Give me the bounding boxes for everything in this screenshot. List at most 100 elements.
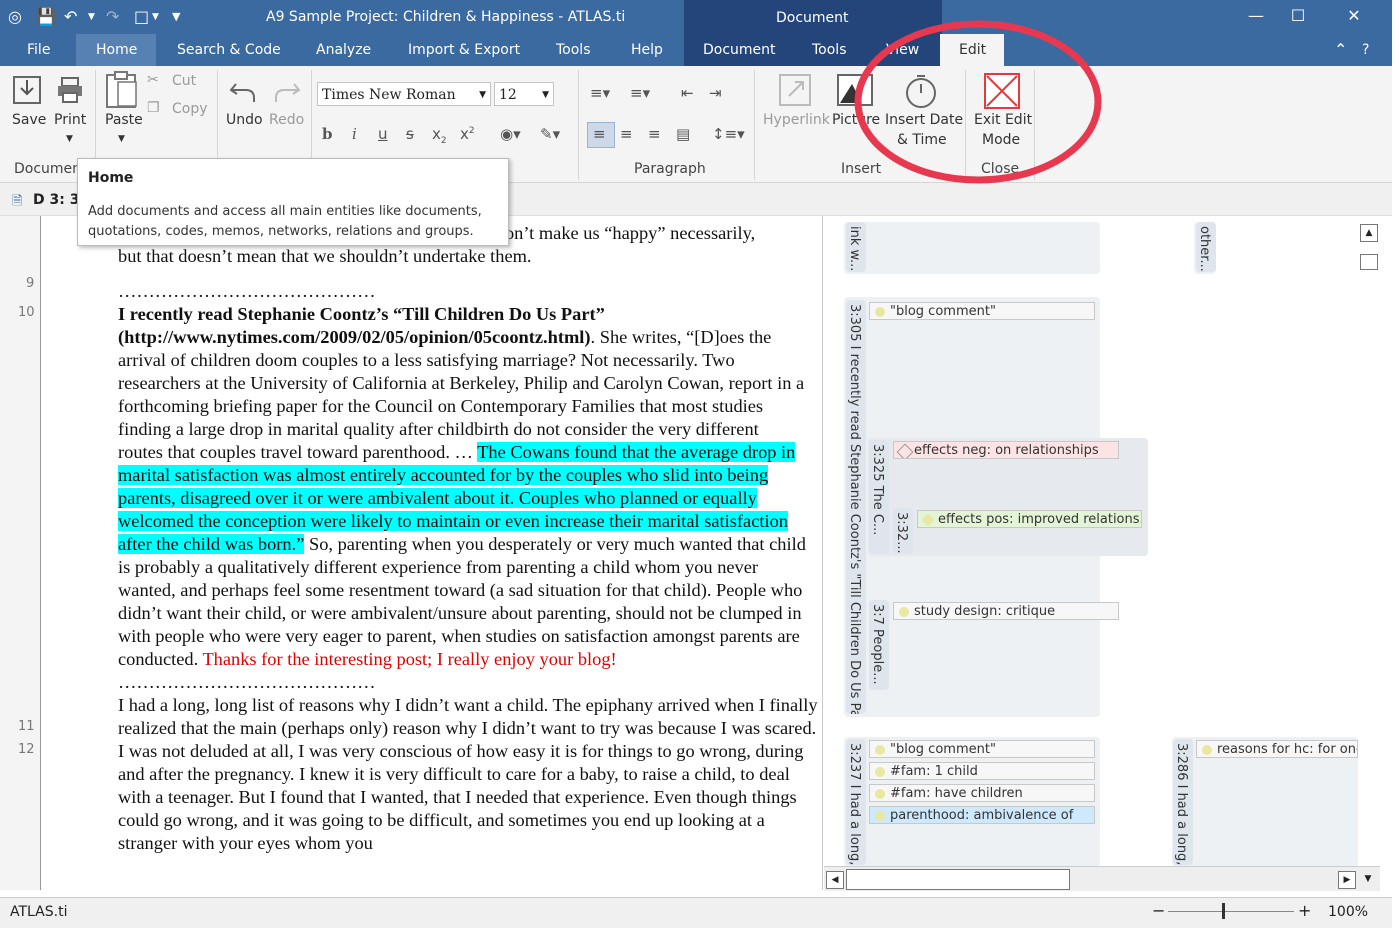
- zoom-in-icon[interactable]: +: [1298, 901, 1311, 920]
- scroll-right-icon[interactable]: ▶: [1338, 871, 1356, 889]
- undo-button[interactable]: Undo: [226, 112, 263, 128]
- paragraph-12: I had a long, long list of reasons why I…: [118, 695, 818, 853]
- quotation-label-237[interactable]: 3:237 I had a long, lo: [846, 739, 866, 865]
- menu-file[interactable]: File: [27, 42, 50, 58]
- line-number: 10: [18, 305, 35, 320]
- undo-dropdown-icon[interactable]: ▼: [88, 12, 95, 22]
- highlight-color-icon[interactable]: ✎▾: [540, 125, 560, 143]
- save-icon[interactable]: [11, 74, 43, 106]
- bold-icon[interactable]: b: [322, 125, 333, 143]
- text-color-icon[interactable]: ◉▾: [500, 125, 521, 143]
- decrease-indent-icon[interactable]: ⇤: [681, 84, 694, 102]
- quotation-label-37[interactable]: 3:7 People...: [869, 600, 889, 690]
- quotation-label-286[interactable]: 3:286 I had a long, lo: [1173, 739, 1193, 865]
- code-tag[interactable]: "blog comment": [869, 740, 1095, 758]
- line-number: 9: [26, 276, 35, 291]
- redo-icon[interactable]: [272, 78, 302, 104]
- font-name-select[interactable]: Times New Roman ▼: [317, 82, 491, 106]
- layout-dropdown-icon[interactable]: ▼: [152, 12, 159, 22]
- close-window-icon[interactable]: ✕: [1334, 6, 1374, 25]
- redo-button[interactable]: Redo: [269, 112, 304, 128]
- superscript-icon[interactable]: x2: [460, 125, 475, 143]
- underline-icon[interactable]: u: [378, 125, 388, 143]
- paste-dropdown-icon[interactable]: ▼: [118, 134, 125, 144]
- code-tag[interactable]: parenthood: ambivalence of: [869, 806, 1095, 824]
- copy-button[interactable]: Copy: [172, 101, 208, 117]
- margin-horizontal-scroll[interactable]: ◀ ▶ ▼: [824, 866, 1380, 891]
- align-center-icon[interactable]: ≡: [620, 125, 633, 143]
- print-icon[interactable]: [56, 76, 84, 104]
- document-tab[interactable]: D 3: 3: [33, 192, 79, 208]
- hyperlink-icon[interactable]: [777, 72, 813, 108]
- subscript-icon[interactable]: x2: [432, 125, 447, 146]
- zoom-level: 100%: [1328, 904, 1369, 920]
- cut-button[interactable]: Cut: [172, 73, 196, 89]
- quick-redo-icon[interactable]: ↷: [106, 7, 119, 26]
- minimize-icon[interactable]: —: [1236, 6, 1276, 25]
- hyperlink-button[interactable]: Hyperlink: [763, 112, 830, 128]
- quotation-label-332[interactable]: 3:32...: [893, 508, 913, 554]
- zoom-out-icon[interactable]: −: [1152, 901, 1165, 920]
- quotation-label[interactable]: other...: [1196, 222, 1216, 272]
- paste-button[interactable]: Paste: [105, 112, 143, 128]
- font-name-value: Times New Roman: [322, 87, 456, 103]
- save-button[interactable]: Save: [12, 112, 46, 128]
- strikethrough-icon[interactable]: s: [406, 125, 414, 143]
- code-tag[interactable]: study design: critique: [893, 602, 1119, 620]
- undo-icon[interactable]: [228, 78, 258, 104]
- paste-icon[interactable]: [104, 70, 140, 110]
- bullets-icon[interactable]: ≡▾: [590, 84, 610, 102]
- customize-toolbar-icon[interactable]: ▼: [172, 10, 180, 23]
- tooltip-text: Add documents and access all main entiti…: [88, 204, 482, 239]
- margin-vertical-scroll[interactable]: ▲: [1358, 222, 1380, 272]
- title-bar: ◎ 💾 ↶ ▼ ↷ □ ▼ ▼ A9 Sample Project: Child…: [0, 0, 1392, 66]
- menu-tools[interactable]: Tools: [556, 42, 591, 58]
- justify-icon[interactable]: ▤: [676, 125, 690, 143]
- code-icon: [875, 745, 885, 755]
- align-right-icon[interactable]: ≡: [648, 125, 661, 143]
- quick-undo-icon[interactable]: ↶: [64, 7, 77, 26]
- font-size-select[interactable]: 12 ▼: [494, 82, 554, 106]
- code-tag[interactable]: effects pos: improved relations...: [917, 510, 1142, 528]
- menu-analyze[interactable]: Analyze: [316, 42, 371, 58]
- code-tag[interactable]: reasons for hc: for ones: [1196, 740, 1358, 758]
- code-tag[interactable]: #fam: 1 child: [869, 762, 1095, 780]
- italic-icon[interactable]: i: [352, 125, 357, 143]
- quotation-label-305[interactable]: 3:305 I recently read Stephanie Coontz's…: [846, 300, 866, 714]
- quotation-label-325[interactable]: 3:325 The C...: [869, 440, 889, 554]
- menu-import-export[interactable]: Import & Export: [408, 42, 520, 58]
- menu-search-code[interactable]: Search & Code: [177, 42, 281, 58]
- pane-divider[interactable]: [822, 216, 823, 890]
- print-dropdown-icon[interactable]: ▼: [66, 134, 73, 144]
- ribbon-separator: [754, 70, 755, 180]
- code-icon: [875, 307, 885, 317]
- scroll-up-icon[interactable]: ▲: [1360, 224, 1378, 242]
- menu-help[interactable]: Help: [631, 42, 663, 58]
- horizontal-scroll-thumb[interactable]: [846, 869, 1070, 890]
- collapse-ribbon-icon[interactable]: ⌃: [1334, 40, 1347, 59]
- menu-tools-context[interactable]: Tools: [812, 42, 847, 58]
- zoom-slider-thumb[interactable]: [1221, 903, 1225, 919]
- code-tag[interactable]: "blog comment": [869, 302, 1095, 320]
- line-spacing-icon[interactable]: ↕≡▾: [712, 125, 745, 143]
- code-tag[interactable]: #fam: have children: [869, 784, 1095, 802]
- zoom-slider-track[interactable]: [1168, 911, 1294, 912]
- help-icon[interactable]: ?: [1362, 42, 1369, 58]
- quick-save-icon[interactable]: 💾: [36, 7, 56, 26]
- code-tag[interactable]: effects neg: on relationships: [893, 441, 1119, 459]
- scroll-left-icon[interactable]: ◀: [826, 871, 844, 889]
- context-title: Document: [776, 10, 849, 26]
- increase-indent-icon[interactable]: ⇥: [709, 84, 722, 102]
- maximize-icon[interactable]: ☐: [1278, 6, 1318, 25]
- menu-home[interactable]: Home: [96, 42, 137, 58]
- scroll-thumb[interactable]: [1360, 254, 1378, 270]
- window-layout-icon[interactable]: □: [134, 7, 149, 26]
- quotation-label[interactable]: ink w...: [846, 222, 866, 272]
- scroll-down-icon[interactable]: ▼: [1360, 871, 1376, 887]
- menu-document[interactable]: Document: [703, 42, 776, 58]
- document-editor[interactable]: y don’t make us “happy” necessarily, but…: [118, 222, 818, 890]
- numbering-icon[interactable]: ≡▾: [630, 84, 650, 102]
- font-dropdown-icon: ▼: [479, 90, 486, 100]
- print-button[interactable]: Print: [54, 112, 86, 128]
- bold-citation: I recently read Stephanie Coontz’s “Till…: [118, 304, 605, 347]
